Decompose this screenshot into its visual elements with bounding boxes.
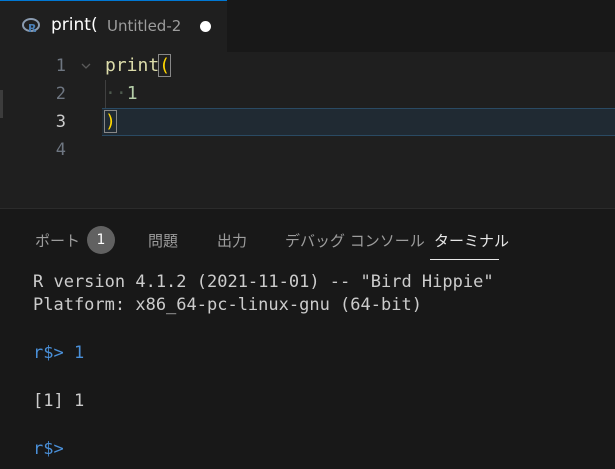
code-text: ··1 xyxy=(105,80,138,108)
tab-title: print( xyxy=(51,15,98,35)
terminal-prompt: r$> xyxy=(33,343,64,363)
terminal-output-line: [1] 1 xyxy=(33,391,85,411)
tab-debug-console[interactable]: デバッグ コンソール xyxy=(285,230,425,251)
line-number: 4 xyxy=(55,140,66,160)
unsaved-changes-dot-icon[interactable] xyxy=(200,21,211,32)
line-number: 1 xyxy=(55,56,66,76)
vscode-window: R print( Untitled-2 1 print( 2 ··1 3 ) 4 xyxy=(0,0,615,469)
r-language-icon: R xyxy=(22,18,40,34)
editor-tab-untitled-2[interactable]: R print( Untitled-2 xyxy=(0,0,227,52)
terminal-version-line: R version 4.1.2 (2021-11-01) -- "Bird Hi… xyxy=(33,272,494,292)
code-line[interactable]: 3 ) xyxy=(0,108,615,136)
terminal-prompt: r$> xyxy=(33,439,64,459)
line-number: 2 xyxy=(55,84,66,104)
code-line[interactable]: 1 print( xyxy=(0,52,615,80)
editor-tab-bar: R print( Untitled-2 xyxy=(0,0,615,52)
open-paren: ( xyxy=(158,54,172,77)
tab-terminal[interactable]: ターミナル xyxy=(434,230,509,251)
number-literal: 1 xyxy=(126,83,138,104)
terminal-platform-line: Platform: x86_64-pc-linux-gnu (64-bit) xyxy=(33,295,422,315)
whitespace-marker: ·· xyxy=(105,83,127,104)
line-number: 3 xyxy=(55,112,66,132)
bottom-panel: ポート 1 問題 出力 デバッグ コンソール ターミナル R version 4… xyxy=(0,208,615,469)
terminal-prompt-line[interactable]: r$> xyxy=(33,439,64,459)
terminal-input-line[interactable]: r$> 1 xyxy=(33,343,84,363)
svg-text:R: R xyxy=(28,22,37,34)
chevron-down-icon[interactable] xyxy=(80,60,92,72)
code-line[interactable]: 4 xyxy=(0,136,615,164)
code-line[interactable]: 2 ··1 xyxy=(0,80,615,108)
active-tab-indicator xyxy=(430,259,499,260)
code-text: ) xyxy=(104,108,117,136)
tab-problems[interactable]: 問題 xyxy=(148,230,178,251)
ports-count-badge: 1 xyxy=(87,226,115,254)
tab-output[interactable]: 出力 xyxy=(217,230,247,251)
code-text: print( xyxy=(105,52,172,80)
tab-description: Untitled-2 xyxy=(107,17,182,35)
code-editor[interactable]: 1 print( 2 ··1 3 ) 4 xyxy=(0,52,615,208)
close-paren: ) xyxy=(104,110,117,133)
tab-ports[interactable]: ポート xyxy=(35,230,80,251)
terminal-input: 1 xyxy=(63,343,85,363)
function-name: print xyxy=(105,55,160,76)
